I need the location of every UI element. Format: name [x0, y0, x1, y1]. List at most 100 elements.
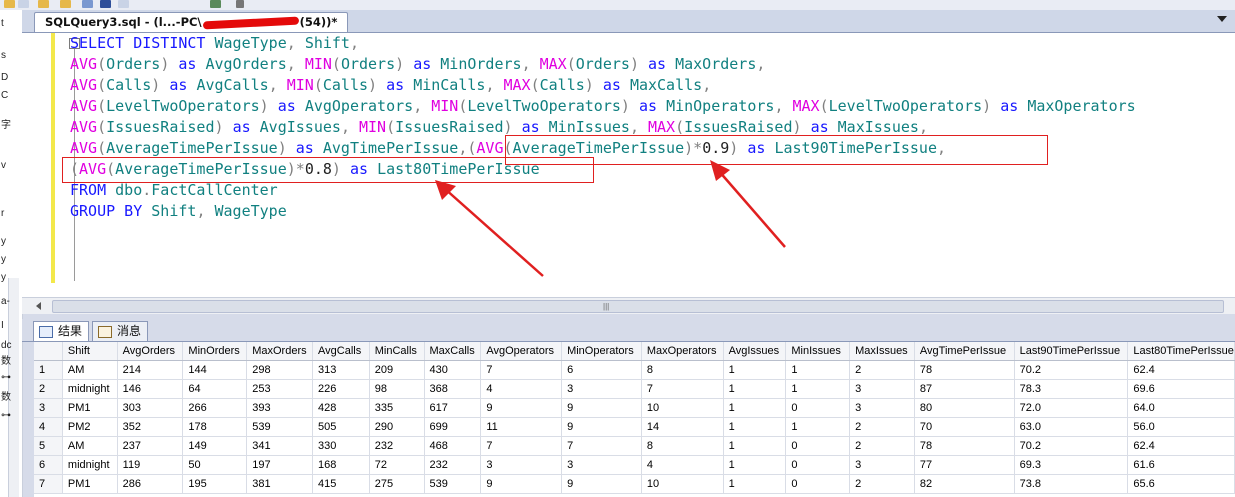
table-cell[interactable]: 381: [246, 474, 314, 494]
table-cell[interactable]: 393: [246, 398, 314, 418]
table-cell[interactable]: 209: [369, 360, 425, 380]
table-cell[interactable]: 335: [369, 398, 425, 418]
table-cell[interactable]: 82: [914, 474, 1015, 494]
row-number-header[interactable]: [34, 342, 63, 361]
table-cell[interactable]: 78: [914, 436, 1015, 456]
toolbar-icon[interactable]: [4, 0, 15, 8]
column-header[interactable]: MinOrders: [182, 342, 248, 361]
table-cell[interactable]: 144: [182, 360, 248, 380]
row-number[interactable]: 4: [34, 417, 63, 437]
table-cell[interactable]: PM1: [62, 398, 118, 418]
table-cell[interactable]: 330: [312, 436, 370, 456]
code-line[interactable]: AVG(Calls) as AvgCalls, MIN(Calls) as Mi…: [70, 75, 711, 96]
table-cell[interactable]: 87: [914, 379, 1015, 399]
table-cell[interactable]: 64: [182, 379, 248, 399]
table-cell[interactable]: 266: [182, 398, 248, 418]
table-cell[interactable]: 539: [246, 417, 314, 437]
table-cell[interactable]: 4: [480, 379, 563, 399]
table-cell[interactable]: 352: [117, 417, 184, 437]
table-cell[interactable]: 415: [312, 474, 370, 494]
code-line[interactable]: AVG(Orders) as AvgOrders, MIN(Orders) as…: [70, 54, 765, 75]
table-cell[interactable]: 1: [723, 360, 787, 380]
scroll-left-arrow-icon[interactable]: [36, 302, 41, 310]
table-cell[interactable]: 6: [561, 360, 642, 380]
table-cell[interactable]: 1: [785, 417, 851, 437]
table-cell[interactable]: 1: [723, 436, 787, 456]
code-line[interactable]: SELECT DISTINCT WageType, Shift,: [70, 33, 359, 54]
table-cell[interactable]: 468: [424, 436, 482, 456]
table-cell[interactable]: 313: [312, 360, 370, 380]
table-cell[interactable]: 8: [641, 360, 724, 380]
table-cell[interactable]: 70.2: [1014, 436, 1129, 456]
table-cell[interactable]: 149: [182, 436, 248, 456]
table-cell[interactable]: 0: [785, 436, 851, 456]
table-cell[interactable]: 63.0: [1014, 417, 1129, 437]
table-cell[interactable]: 1: [785, 379, 851, 399]
column-header[interactable]: Last90TimePerIssue: [1014, 342, 1129, 361]
results-grid[interactable]: Shift AvgOrders MinOrders MaxOrders AvgCalls…: [34, 342, 1235, 497]
table-cell[interactable]: 70.2: [1014, 360, 1129, 380]
tab-sqlquery3[interactable]: SQLQuery3.sql - (l...-PC\ (54))*: [34, 12, 349, 32]
table-cell[interactable]: 2: [849, 417, 915, 437]
table-cell[interactable]: 78: [914, 360, 1015, 380]
row-number[interactable]: 7: [34, 474, 63, 494]
table-cell[interactable]: 275: [369, 474, 425, 494]
toolbar-dropdown-icon[interactable]: [236, 0, 244, 8]
table-cell[interactable]: 539: [424, 474, 482, 494]
column-header[interactable]: AvgCalls: [312, 342, 370, 361]
scroll-thumb[interactable]: |||: [52, 300, 1224, 313]
table-cell[interactable]: 232: [424, 455, 482, 475]
table-cell[interactable]: 237: [117, 436, 184, 456]
table-cell[interactable]: 7: [480, 360, 563, 380]
table-cell[interactable]: 50: [182, 455, 248, 475]
table-cell[interactable]: 146: [117, 379, 184, 399]
table-cell[interactable]: 78.3: [1014, 379, 1129, 399]
table-cell[interactable]: 77: [914, 455, 1015, 475]
table-cell[interactable]: 3: [849, 455, 915, 475]
code-line[interactable]: GROUP BY Shift, WageType: [70, 201, 287, 222]
column-header[interactable]: Last80TimePerIssue: [1127, 342, 1235, 361]
toolbar-icon[interactable]: [82, 0, 93, 8]
toolbar-icon[interactable]: [118, 0, 129, 8]
column-header[interactable]: MinCalls: [369, 342, 425, 361]
sql-editor[interactable]: − SELECT DISTINCT WageType, Shift, AVG(Or…: [22, 33, 1235, 297]
table-cell[interactable]: 9: [561, 398, 642, 418]
table-cell[interactable]: 62.4: [1127, 360, 1235, 380]
toolbar-icon[interactable]: [210, 0, 221, 8]
column-header[interactable]: MinOperators: [561, 342, 642, 361]
table-cell[interactable]: 290: [369, 417, 425, 437]
row-number[interactable]: 6: [34, 455, 63, 475]
table-cell[interactable]: 1: [723, 379, 787, 399]
table-cell[interactable]: 1: [723, 455, 787, 475]
table-cell[interactable]: 3: [849, 379, 915, 399]
table-cell[interactable]: 119: [117, 455, 184, 475]
tab-list-dropdown-icon[interactable]: [1217, 16, 1227, 22]
table-cell[interactable]: 7: [480, 436, 563, 456]
table-cell[interactable]: 617: [424, 398, 482, 418]
column-header[interactable]: Shift: [62, 342, 118, 361]
table-cell[interactable]: 232: [369, 436, 425, 456]
table-cell[interactable]: 61.6: [1127, 455, 1235, 475]
table-cell[interactable]: AM: [62, 436, 118, 456]
table-cell[interactable]: 0: [785, 474, 851, 494]
table-cell[interactable]: 8: [641, 436, 724, 456]
left-scrollbar[interactable]: [8, 278, 19, 497]
table-cell[interactable]: 9: [561, 474, 642, 494]
table-cell[interactable]: 14: [641, 417, 724, 437]
table-cell[interactable]: 70: [914, 417, 1015, 437]
table-cell[interactable]: 0: [785, 455, 851, 475]
toolbar-icon[interactable]: [18, 0, 29, 8]
table-cell[interactable]: 298: [246, 360, 314, 380]
row-number[interactable]: 2: [34, 379, 63, 399]
table-cell[interactable]: 69.6: [1127, 379, 1235, 399]
table-cell[interactable]: 11: [480, 417, 563, 437]
table-cell[interactable]: 1: [785, 360, 851, 380]
table-cell[interactable]: 430: [424, 360, 482, 380]
table-cell[interactable]: 9: [561, 417, 642, 437]
table-cell[interactable]: 505: [312, 417, 370, 437]
table-cell[interactable]: 3: [849, 398, 915, 418]
table-cell[interactable]: 9: [480, 474, 563, 494]
table-cell[interactable]: 98: [369, 379, 425, 399]
table-cell[interactable]: 0: [785, 398, 851, 418]
table-cell[interactable]: 2: [849, 474, 915, 494]
